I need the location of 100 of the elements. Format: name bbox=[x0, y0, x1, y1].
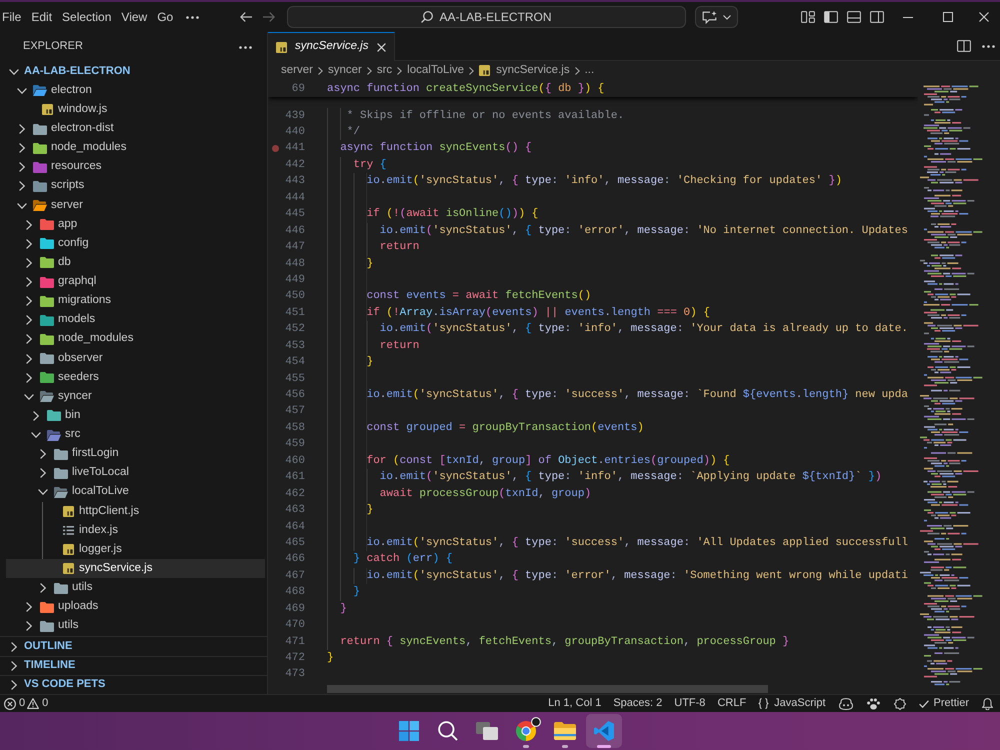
breadcrumb-item[interactable]: syncer bbox=[328, 64, 362, 78]
tree-item[interactable]: migrations bbox=[6, 292, 265, 311]
breadcrumb-item[interactable]: localToLive bbox=[407, 64, 464, 78]
close-icon[interactable] bbox=[376, 42, 386, 52]
code-line: } bbox=[366, 503, 374, 518]
tree-item[interactable]: liveToLocal bbox=[6, 464, 265, 483]
menu-item[interactable]: Go bbox=[152, 6, 178, 28]
sidebar-left-icon[interactable] bbox=[824, 11, 838, 23]
more-icon[interactable] bbox=[239, 46, 252, 48]
minimize-icon[interactable] bbox=[903, 16, 913, 18]
line-number: 443 bbox=[284, 174, 305, 190]
tree-item[interactable]: electron-dist bbox=[6, 119, 265, 139]
maximize-icon[interactable] bbox=[943, 12, 953, 22]
status-item[interactable]: JavaScript bbox=[752, 695, 832, 712]
search-icon bbox=[421, 11, 434, 23]
tree-item[interactable]: syncer bbox=[6, 387, 265, 406]
split-editor-icon[interactable] bbox=[957, 40, 971, 52]
chat-button[interactable] bbox=[695, 6, 738, 28]
robot-face-icon[interactable] bbox=[838, 698, 853, 710]
status-item[interactable]: CRLF bbox=[711, 695, 752, 712]
panel-title: EXPLORER bbox=[23, 40, 83, 54]
line-number: 441 bbox=[284, 141, 305, 156]
code-line: io.emit('syncStatus', { type: 'info', message: 'Your data is already up to date. bbox=[380, 322, 908, 338]
status-item[interactable]: UTF-8 bbox=[668, 695, 712, 712]
breadcrumb-item[interactable]: src bbox=[376, 64, 392, 78]
breadcrumb-item[interactable]: ... bbox=[584, 64, 594, 78]
bell-icon[interactable] bbox=[982, 698, 993, 710]
tree-item[interactable]: httpClient.js bbox=[6, 502, 265, 522]
line-number: 449 bbox=[284, 272, 305, 288]
code-line: io.emit('syncStatus', { type: 'info', message: `Applying update ${txnId}` }) bbox=[380, 470, 882, 486]
workspace-header[interactable]: AA-LAB-ELECTRON bbox=[6, 62, 265, 82]
tree-item[interactable]: firstLogin bbox=[6, 444, 265, 464]
tree-item[interactable]: src bbox=[6, 425, 265, 445]
line-number: 439 bbox=[284, 108, 305, 124]
problems-indicator[interactable]: 0 0 bbox=[0, 695, 54, 712]
status-item[interactable]: Spaces: 2 bbox=[607, 695, 668, 712]
status-item[interactable]: Prettier bbox=[912, 695, 975, 712]
paw-icon[interactable] bbox=[866, 698, 880, 710]
layout-icon[interactable] bbox=[800, 11, 814, 23]
code-line: return bbox=[380, 240, 420, 256]
breadcrumb-item[interactable]: syncService.js bbox=[479, 64, 570, 78]
status-item[interactable]: Ln 1, Col 1 bbox=[542, 695, 608, 712]
tree-item[interactable]: utils bbox=[6, 578, 265, 598]
code-line: const grouped = groupByTransaction(events) bbox=[366, 420, 644, 436]
code-line: for (const [txnId, group] of Object.entries(grouped)) { bbox=[366, 454, 730, 469]
code-line: io.emit('syncStatus', { type: 'success', message: 'All Updates applied successfull bbox=[366, 536, 908, 551]
tree-item[interactable]: window.js bbox=[6, 100, 265, 120]
section-header[interactable]: OUTLINE bbox=[0, 636, 267, 656]
code-line: if (!(await isOnline())) { bbox=[366, 207, 538, 222]
code-line: async function createSyncService({ db }) { bbox=[327, 82, 604, 97]
sidebar-right-icon[interactable] bbox=[870, 11, 884, 23]
tree-item[interactable]: electron bbox=[6, 81, 265, 100]
code-line: if (!Array.isArray(events) || events.length === 0) { bbox=[366, 306, 710, 321]
tree-item[interactable]: scripts bbox=[6, 176, 265, 196]
editor-tab[interactable]: syncService.js bbox=[268, 32, 394, 61]
tree-item[interactable]: seeders bbox=[6, 368, 265, 388]
tree-item[interactable]: db bbox=[6, 253, 265, 272]
code-line: io.emit('syncStatus', { type: 'error', message: 'Something went wrong while updati bbox=[366, 568, 908, 584]
more-icon[interactable] bbox=[186, 16, 200, 18]
panel-bottom-icon[interactable] bbox=[846, 11, 860, 23]
tree-item[interactable]: server bbox=[6, 196, 265, 216]
menu-item[interactable]: Edit bbox=[26, 6, 58, 28]
tree-item[interactable]: logger.js bbox=[6, 540, 265, 560]
line-number: 471 bbox=[284, 634, 305, 650]
browser-icon bbox=[516, 721, 536, 741]
tree-item[interactable]: graphql bbox=[6, 272, 265, 292]
menu-item[interactable]: Selection bbox=[57, 6, 116, 28]
tree-item[interactable]: syncService.js bbox=[6, 559, 265, 578]
tree-item[interactable]: uploads bbox=[6, 598, 265, 617]
search-icon bbox=[438, 721, 458, 741]
tree-item[interactable]: resources bbox=[6, 158, 265, 177]
star-icon[interactable] bbox=[894, 698, 906, 710]
editor-logo-icon bbox=[594, 721, 614, 741]
code-line: const events = await fetchEvents() bbox=[366, 289, 592, 304]
tree-item[interactable]: config bbox=[6, 234, 265, 254]
arrow-left-icon[interactable] bbox=[240, 12, 252, 22]
tree-item[interactable]: observer bbox=[6, 348, 265, 368]
code-line: try { bbox=[353, 158, 386, 173]
tree-item[interactable]: bin bbox=[6, 406, 265, 426]
tree-item[interactable]: node_modules bbox=[6, 138, 265, 158]
close-icon[interactable] bbox=[979, 12, 989, 22]
more-icon[interactable] bbox=[982, 44, 994, 48]
line-number: 446 bbox=[284, 224, 305, 239]
section-header[interactable]: TIMELINE bbox=[0, 656, 267, 675]
line-number: 463 bbox=[284, 503, 305, 518]
line-number: 456 bbox=[284, 388, 305, 404]
code-line: async function syncEvents() { bbox=[340, 141, 532, 156]
tree-item[interactable]: node_modules bbox=[6, 330, 265, 349]
tree-item[interactable]: localToLive bbox=[6, 482, 265, 502]
line-number: 467 bbox=[284, 568, 305, 584]
menu-item[interactable]: View bbox=[116, 6, 152, 28]
tree-item[interactable]: index.js bbox=[6, 521, 265, 540]
tree-item[interactable]: app bbox=[6, 215, 265, 234]
tree-item[interactable]: utils bbox=[6, 616, 265, 636]
menu-item[interactable]: File bbox=[0, 6, 26, 28]
tree-item[interactable]: models bbox=[6, 310, 265, 330]
scrollbar-thumb[interactable] bbox=[327, 685, 768, 693]
breadcrumb-item[interactable]: server bbox=[281, 64, 313, 78]
code-line: await processGroup(txnId, group) bbox=[380, 486, 592, 502]
command-center[interactable]: AA-LAB-ELECTRON bbox=[287, 6, 686, 28]
